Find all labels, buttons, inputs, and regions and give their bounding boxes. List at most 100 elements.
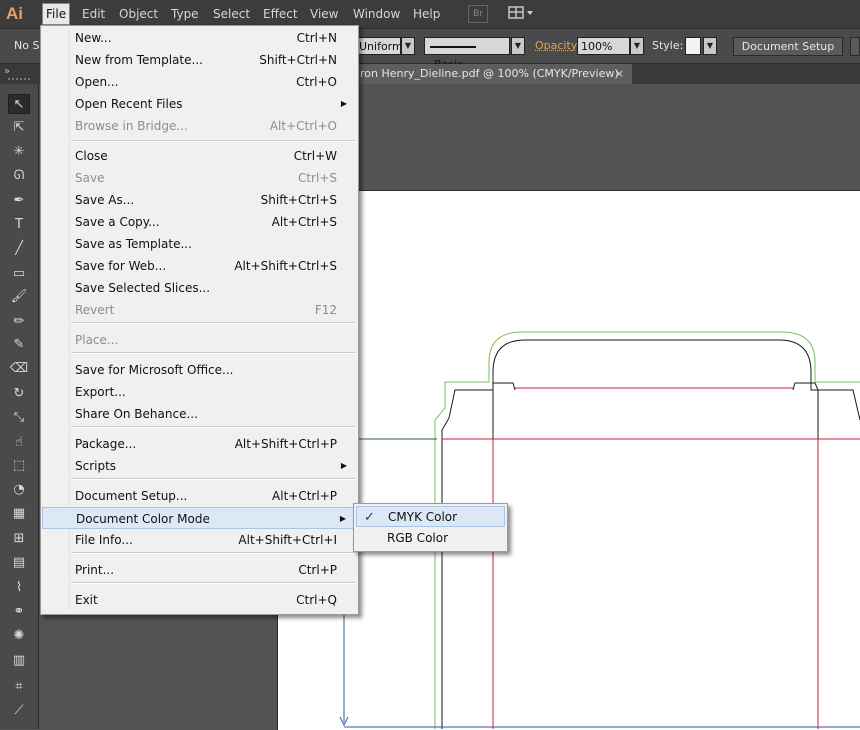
menu-edit[interactable]: Edit bbox=[79, 4, 108, 24]
document-tab-title: ron Henry_Dieline.pdf @ 100% (CMYK/Previ… bbox=[360, 67, 619, 80]
menu-item-shortcut: Alt+Ctrl+S bbox=[272, 211, 337, 233]
menu-item-label: Share On Behance... bbox=[75, 403, 198, 425]
document-setup-button[interactable]: Document Setup bbox=[733, 37, 843, 56]
menu-item-label: Open Recent Files bbox=[75, 93, 182, 115]
menu-item-file-info[interactable]: File Info... Alt+Shift+Ctrl+I bbox=[42, 529, 357, 551]
tab-notch-left bbox=[493, 383, 515, 390]
collapse-panels-icon[interactable]: » bbox=[4, 66, 10, 77]
tools-grip[interactable] bbox=[8, 78, 30, 84]
symbol-sprayer-tool-icon[interactable]: ✺ bbox=[8, 626, 30, 646]
submenu-item-rgb-color[interactable]: RGB Color bbox=[356, 528, 505, 549]
menu-item-shortcut: Ctrl+N bbox=[297, 27, 337, 49]
pencil-tool-icon[interactable]: ✏ bbox=[8, 312, 30, 332]
opacity-dropdown[interactable]: ▼ bbox=[630, 37, 644, 55]
mesh-tool-icon[interactable]: ⊞ bbox=[8, 529, 30, 549]
blob-brush-tool-icon[interactable]: ✎ bbox=[8, 335, 30, 355]
graphic-style-dropdown[interactable]: ▼ bbox=[703, 37, 717, 55]
eyedropper-tool-icon[interactable]: ⌇ bbox=[8, 578, 30, 598]
selection-tool-icon[interactable]: ↖ bbox=[8, 94, 30, 114]
paintbrush-tool-icon[interactable]: 🖌 bbox=[8, 287, 30, 307]
bridge-icon[interactable]: Br bbox=[468, 5, 488, 23]
opacity-field[interactable]: 100% bbox=[577, 37, 630, 55]
menu-item-label: Open... bbox=[75, 71, 119, 93]
opacity-label[interactable]: Opacity: bbox=[535, 39, 580, 52]
pen-tool-icon[interactable]: ✒ bbox=[8, 191, 30, 211]
menu-item-shortcut: Alt+Shift+Ctrl+S bbox=[234, 255, 337, 277]
menu-item-shortcut: Alt+Ctrl+O bbox=[270, 115, 337, 137]
direct-selection-tool-icon[interactable]: ⇱ bbox=[8, 118, 30, 138]
brush-dropdown[interactable]: ▼ bbox=[511, 37, 525, 55]
menu-item-new[interactable]: New... Ctrl+N bbox=[42, 27, 357, 49]
menu-item-label: Document Setup... bbox=[75, 485, 187, 507]
menu-help[interactable]: Help bbox=[410, 4, 443, 24]
menu-item-open-recent-files[interactable]: Open Recent Files ▶ bbox=[42, 93, 357, 115]
blend-tool-icon[interactable]: ⚭ bbox=[8, 602, 30, 622]
slice-tool-icon[interactable]: ⟋ bbox=[8, 701, 30, 721]
menu-item-package[interactable]: Package... Alt+Shift+Ctrl+P bbox=[42, 433, 357, 455]
menu-item-shortcut: Ctrl+P bbox=[298, 559, 337, 581]
document-tab[interactable]: ron Henry_Dieline.pdf @ 100% (CMYK/Previ… bbox=[340, 64, 632, 84]
line-tool-icon[interactable]: ╱ bbox=[8, 239, 30, 259]
menu-item-open[interactable]: Open... Ctrl+O bbox=[42, 71, 357, 93]
menu-item-new-from-template[interactable]: New from Template... Shift+Ctrl+N bbox=[42, 49, 357, 71]
stroke-profile-field[interactable]: Uniform bbox=[355, 37, 401, 55]
perspective-grid-tool-icon[interactable]: ▦ bbox=[8, 504, 30, 524]
free-transform-tool-icon[interactable]: ⬚ bbox=[8, 456, 30, 476]
dieline-artwork[interactable] bbox=[277, 190, 860, 729]
menu-item-save-selected-slices[interactable]: Save Selected Slices... bbox=[42, 277, 357, 299]
column-graph-tool-icon[interactable]: ▥ bbox=[8, 651, 30, 671]
menu-type[interactable]: Type bbox=[168, 4, 202, 24]
menu-item-print[interactable]: Print... Ctrl+P bbox=[42, 559, 357, 581]
lasso-tool-icon[interactable]: ᘏ bbox=[8, 166, 30, 186]
warp-tool-icon[interactable]: ☝ bbox=[8, 433, 30, 453]
menu-item-document-color-mode[interactable]: Document Color Mode ▶ bbox=[42, 507, 357, 529]
menu-item-label: Save Selected Slices... bbox=[75, 277, 210, 299]
menu-item-scripts[interactable]: Scripts ▶ bbox=[42, 455, 357, 477]
scale-tool-icon[interactable]: ⤡ bbox=[8, 408, 30, 428]
menu-view[interactable]: View bbox=[307, 4, 341, 24]
tools-panel: ↖ ⇱ ✳ ᘏ ✒ T ╱ ▭ 🖌 ✏ ✎ ⌫ ↻ ⤡ ☝ ⬚ ◔ ▦ ⊞ ▤ ⌇ ⚭ ✺ ▥ ⌗ ⟋ bbox=[0, 84, 39, 729]
menu-item-document-setup[interactable]: Document Setup... Alt+Ctrl+P bbox=[42, 485, 357, 507]
menu-item-label: Save As... bbox=[75, 189, 134, 211]
menu-item-label: Save a Copy... bbox=[75, 211, 160, 233]
menu-item-label: New... bbox=[75, 27, 112, 49]
menu-file[interactable]: File bbox=[42, 3, 70, 25]
eraser-tool-icon[interactable]: ⌫ bbox=[8, 359, 30, 379]
pasteboard-top[interactable] bbox=[277, 84, 860, 190]
menu-item-save-a-copy[interactable]: Save a Copy... Alt+Ctrl+S bbox=[42, 211, 357, 233]
menu-item-save-for-microsoft-office[interactable]: Save for Microsoft Office... bbox=[42, 359, 357, 381]
menu-item-label: Save as Template... bbox=[75, 233, 192, 255]
menu-item-label: Close bbox=[75, 145, 108, 167]
menu-item-label: Scripts bbox=[75, 455, 116, 477]
menu-item-save-for-web[interactable]: Save for Web... Alt+Shift+Ctrl+S bbox=[42, 255, 357, 277]
menu-item-label: Place... bbox=[75, 329, 118, 351]
menu-item-save-as[interactable]: Save As... Shift+Ctrl+S bbox=[42, 189, 357, 211]
tab-notch-right bbox=[793, 383, 818, 390]
stroke-profile-dropdown[interactable]: ▼ bbox=[401, 37, 415, 55]
submenu-item-cmyk-color[interactable]: ✓ CMYK Color bbox=[356, 506, 505, 527]
magic-wand-tool-icon[interactable]: ✳ bbox=[8, 142, 30, 162]
menu-window[interactable]: Window bbox=[350, 4, 403, 24]
preferences-button[interactable] bbox=[850, 37, 860, 56]
menu-item-exit[interactable]: Exit Ctrl+Q bbox=[42, 589, 357, 611]
arrange-documents-icon[interactable] bbox=[507, 5, 535, 21]
style-label: Style: bbox=[652, 39, 683, 52]
shape-builder-tool-icon[interactable]: ◔ bbox=[8, 480, 30, 500]
brush-definition-field[interactable]: Basic bbox=[424, 37, 510, 55]
menu-item-export[interactable]: Export... bbox=[42, 381, 357, 403]
menu-item-save-as-template[interactable]: Save as Template... bbox=[42, 233, 357, 255]
gradient-tool-icon[interactable]: ▤ bbox=[8, 553, 30, 573]
close-icon[interactable]: × bbox=[615, 64, 624, 84]
menu-item-shortcut: Shift+Ctrl+N bbox=[259, 49, 337, 71]
menu-effect[interactable]: Effect bbox=[260, 4, 301, 24]
menu-item-share-on-behance[interactable]: Share On Behance... bbox=[42, 403, 357, 425]
menu-item-close[interactable]: Close Ctrl+W bbox=[42, 145, 357, 167]
rotate-tool-icon[interactable]: ↻ bbox=[8, 384, 30, 404]
type-tool-icon[interactable]: T bbox=[8, 215, 30, 235]
menu-object[interactable]: Object bbox=[116, 4, 161, 24]
menu-select[interactable]: Select bbox=[210, 4, 253, 24]
artboard-tool-icon[interactable]: ⌗ bbox=[8, 677, 30, 697]
graphic-style-swatch[interactable] bbox=[685, 37, 701, 55]
brush-stroke-preview bbox=[430, 46, 476, 48]
rectangle-tool-icon[interactable]: ▭ bbox=[8, 264, 30, 284]
